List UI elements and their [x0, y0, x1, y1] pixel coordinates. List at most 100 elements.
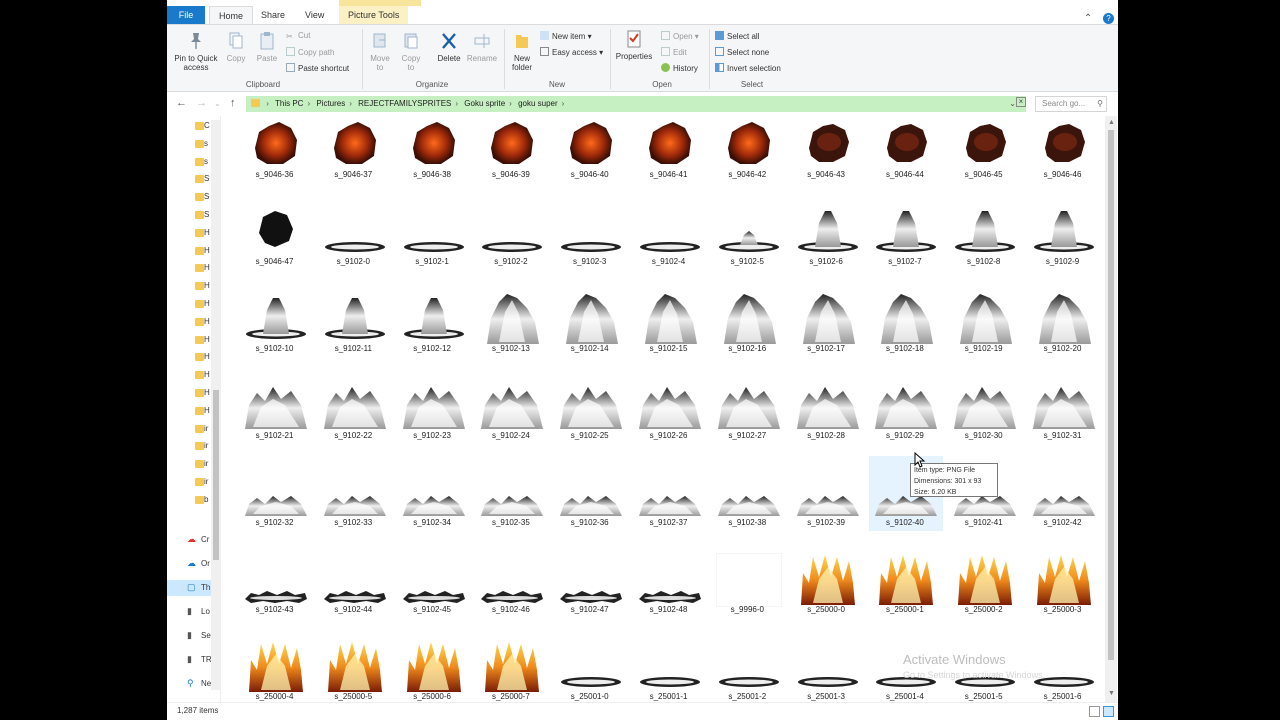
file-item[interactable]: s_9046-44 [865, 118, 944, 205]
file-item[interactable]: s_25000-1 [865, 553, 944, 640]
file-item[interactable]: s_9102-9 [1023, 205, 1102, 292]
file-item[interactable]: s_9102-43 [235, 553, 314, 640]
file-item[interactable]: s_9102-0 [314, 205, 393, 292]
breadcrumb-goku-super[interactable]: goku super [518, 99, 558, 108]
open-button[interactable]: Open ▾ [661, 31, 699, 42]
file-item[interactable]: s_9102-3 [550, 205, 629, 292]
pin-quick-access-button[interactable]: Pin to Quick access [171, 31, 221, 72]
file-item[interactable]: s_9102-2 [471, 205, 550, 292]
file-item[interactable]: s_25000-2 [944, 553, 1023, 640]
tab-share[interactable]: Share [252, 6, 294, 24]
file-item[interactable]: s_9102-5 [708, 205, 787, 292]
new-item-button[interactable]: New item ▾ [540, 31, 592, 42]
copy-button[interactable]: Copy [223, 31, 249, 63]
paste-button[interactable]: Paste [253, 31, 281, 63]
file-item[interactable]: s_9102-37 [629, 466, 708, 553]
tab-file[interactable]: File [167, 6, 205, 24]
file-item[interactable]: s_9046-39 [471, 118, 550, 205]
file-item[interactable]: s_9102-14 [550, 292, 629, 379]
file-item[interactable]: s_9102-23 [393, 379, 472, 466]
copy-to-button[interactable]: Copy to [398, 31, 424, 72]
file-item[interactable]: s_9102-31 [1023, 379, 1102, 466]
file-item[interactable]: s_9102-34 [393, 466, 472, 553]
file-item[interactable]: s_9102-18 [865, 292, 944, 379]
tab-view[interactable]: View [296, 6, 333, 24]
breadcrumb-this-pc[interactable]: This PC [275, 99, 303, 108]
file-item[interactable]: s_25001-1 [629, 640, 708, 702]
file-item[interactable]: s_9102-8 [944, 205, 1023, 292]
file-item[interactable]: s_9102-25 [550, 379, 629, 466]
breadcrumb[interactable]: › This PC › Pictures › REJECTFAMILYSPRITES… [246, 96, 1026, 112]
file-item[interactable]: s_9102-7 [865, 205, 944, 292]
file-item[interactable]: s_9102-33 [314, 466, 393, 553]
file-item[interactable]: s_9102-13 [471, 292, 550, 379]
easy-access-button[interactable]: Easy access ▾ [540, 47, 603, 58]
file-item[interactable]: s_25000-0 [787, 553, 866, 640]
close-icon[interactable]: × [1016, 97, 1026, 107]
file-item[interactable]: s_9102-4 [629, 205, 708, 292]
file-item[interactable]: s_9102-29 [865, 379, 944, 466]
file-item[interactable]: s_9102-44 [314, 553, 393, 640]
edit-button[interactable]: Edit [661, 47, 687, 58]
cut-button[interactable]: ✂ Cut [286, 31, 310, 41]
help-icon[interactable]: ? [1103, 13, 1114, 24]
file-item[interactable]: s_9102-48 [629, 553, 708, 640]
file-item[interactable]: s_9102-30 [944, 379, 1023, 466]
move-to-button[interactable]: Move to [367, 31, 393, 72]
file-item[interactable]: s_9102-45 [393, 553, 472, 640]
select-all-button[interactable]: Select all [715, 31, 759, 42]
file-item[interactable]: s_9046-37 [314, 118, 393, 205]
breadcrumb-goku-sprite[interactable]: Goku sprite [464, 99, 505, 108]
file-item[interactable]: s_25000-7 [471, 640, 550, 702]
invert-selection-button[interactable]: Invert selection [715, 63, 781, 74]
file-item[interactable]: s_9102-36 [550, 466, 629, 553]
file-item[interactable]: s_9102-19 [944, 292, 1023, 379]
delete-button[interactable]: Delete [433, 31, 465, 63]
details-view-icon[interactable] [1089, 706, 1100, 717]
file-item[interactable]: s_9046-40 [550, 118, 629, 205]
file-item[interactable]: s_9046-41 [629, 118, 708, 205]
file-item[interactable]: s_9046-36 [235, 118, 314, 205]
file-item[interactable]: s_25001-0 [550, 640, 629, 702]
up-arrow-icon[interactable]: ↑ [230, 97, 236, 109]
file-item[interactable]: s_9102-11 [314, 292, 393, 379]
file-item[interactable]: s_9102-24 [471, 379, 550, 466]
file-item[interactable]: s_25000-4 [235, 640, 314, 702]
file-item[interactable]: s_9102-42 [1023, 466, 1102, 553]
nav-scrollbar-thumb[interactable] [213, 390, 219, 560]
scroll-up-icon[interactable]: ▲ [1108, 119, 1115, 126]
file-item[interactable]: s_25000-6 [393, 640, 472, 702]
address-dropdown-icon[interactable]: ⌄ [1009, 96, 1016, 112]
select-none-button[interactable]: Select none [715, 47, 769, 58]
file-item[interactable]: s_9102-26 [629, 379, 708, 466]
file-item[interactable]: s_9102-1 [393, 205, 472, 292]
file-item[interactable]: s_9102-28 [787, 379, 866, 466]
file-item[interactable]: s_9102-12 [393, 292, 472, 379]
scroll-down-icon[interactable]: ▼ [1108, 690, 1115, 697]
file-item[interactable]: s_9102-47 [550, 553, 629, 640]
file-item[interactable]: s_9102-16 [708, 292, 787, 379]
file-item[interactable]: s_9102-39 [787, 466, 866, 553]
new-folder-button[interactable]: New folder [508, 31, 536, 72]
file-item[interactable]: s_9046-43 [787, 118, 866, 205]
back-arrow-icon[interactable]: ← [176, 97, 187, 109]
file-item[interactable]: s_9102-6 [787, 205, 866, 292]
search-input[interactable]: Search go... ⚲ [1035, 96, 1107, 112]
file-item[interactable]: s_25000-5 [314, 640, 393, 702]
history-button[interactable]: History [661, 63, 698, 74]
file-item[interactable]: s_9046-42 [708, 118, 787, 205]
file-item[interactable]: s_9102-17 [787, 292, 866, 379]
file-item[interactable]: s_9046-45 [944, 118, 1023, 205]
paste-shortcut-button[interactable]: Paste shortcut [286, 63, 349, 74]
file-item[interactable]: s_25001-2 [708, 640, 787, 702]
file-item[interactable]: s_9102-38 [708, 466, 787, 553]
file-item[interactable]: s_9102-15 [629, 292, 708, 379]
properties-button[interactable]: Properties [614, 29, 654, 61]
file-item[interactable]: s_9102-10 [235, 292, 314, 379]
vertical-scrollbar-thumb[interactable] [1108, 130, 1114, 660]
file-item[interactable]: s_9046-47 [235, 205, 314, 292]
forward-arrow-icon[interactable]: → [196, 97, 207, 109]
file-item[interactable]: s_9996-0 [708, 553, 787, 640]
copy-path-button[interactable]: Copy path [286, 47, 334, 58]
file-item[interactable]: s_9102-20 [1023, 292, 1102, 379]
